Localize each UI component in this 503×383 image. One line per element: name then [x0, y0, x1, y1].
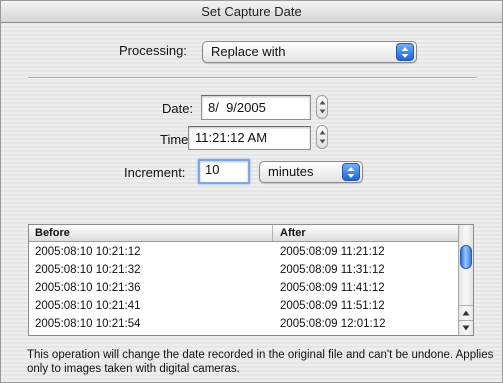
date-label: Date: [162, 101, 194, 116]
chevron-down-icon[interactable] [317, 107, 327, 118]
table-header: Before After [29, 225, 459, 242]
after-cell: 2005:08:09 12:01:12 [280, 318, 386, 330]
column-header-before[interactable]: Before [29, 225, 273, 241]
arrow-up-icon [462, 310, 470, 316]
before-cell: 2005:08:10 10:21:36 [35, 282, 141, 294]
chevron-up-icon[interactable] [317, 96, 327, 107]
scroll-up-button[interactable] [459, 305, 473, 319]
scroll-down-button[interactable] [459, 320, 473, 334]
increment-label: Increment: [124, 165, 186, 180]
after-cell: 2005:08:09 11:51:12 [280, 300, 385, 312]
date-field[interactable]: 8/ 9/2005 [201, 95, 311, 120]
after-cell: 2005:08:09 11:31:12 [280, 264, 385, 276]
increment-field[interactable]: 10 [198, 159, 250, 184]
before-cell: 2005:08:10 10:21:12 [35, 246, 141, 258]
table-row[interactable]: 2005:08:10 10:21:36 2005:08:09 11:41:12 [29, 279, 459, 297]
separator [28, 77, 477, 79]
after-cell: 2005:08:09 11:41:12 [280, 282, 385, 294]
column-header-after[interactable]: After [274, 225, 459, 241]
chevron-up-icon[interactable] [317, 126, 327, 137]
table-row[interactable]: 2005:08:10 10:21:41 2005:08:09 11:51:12 [29, 297, 459, 315]
vertical-scrollbar[interactable] [458, 225, 473, 335]
table-row[interactable]: 2005:08:10 10:21:12 2005:08:09 11:21:12 [29, 243, 459, 261]
date-stepper[interactable] [316, 95, 328, 119]
table-row[interactable]: 2005:08:10 10:21:32 2005:08:09 11:31:12 [29, 261, 459, 279]
table-row[interactable]: 2005:08:10 10:21:54 2005:08:09 12:01:12 [29, 315, 459, 333]
scrollbar-thumb[interactable] [460, 245, 472, 269]
before-cell: 2005:08:10 10:21:54 [35, 318, 141, 330]
chevron-down-icon[interactable] [317, 137, 327, 148]
increment-unit-popup[interactable]: minutes [259, 161, 363, 183]
time-stepper[interactable] [316, 125, 328, 149]
before-cell: 2005:08:10 10:21:41 [35, 300, 141, 312]
increment-unit-value: minutes [268, 164, 314, 179]
popup-arrows-icon [342, 163, 360, 181]
warning-footnote: This operation will change the date reco… [27, 349, 494, 375]
preview-table[interactable]: Before After 2005:08:10 10:21:12 2005:08… [28, 224, 474, 336]
arrow-down-icon [462, 325, 470, 331]
processing-value: Replace with [211, 44, 286, 59]
processing-label: Processing: [119, 43, 187, 58]
after-cell: 2005:08:09 11:21:12 [280, 246, 385, 258]
popup-arrows-icon [396, 43, 414, 61]
time-field[interactable]: 11:21:12 AM [188, 126, 311, 150]
before-cell: 2005:08:10 10:21:32 [35, 264, 141, 276]
processing-popup[interactable]: Replace with [202, 41, 417, 63]
window-title: Set Capture Date [1, 1, 502, 23]
set-capture-date-dialog: Set Capture Date Processing: Replace wit… [0, 0, 503, 383]
